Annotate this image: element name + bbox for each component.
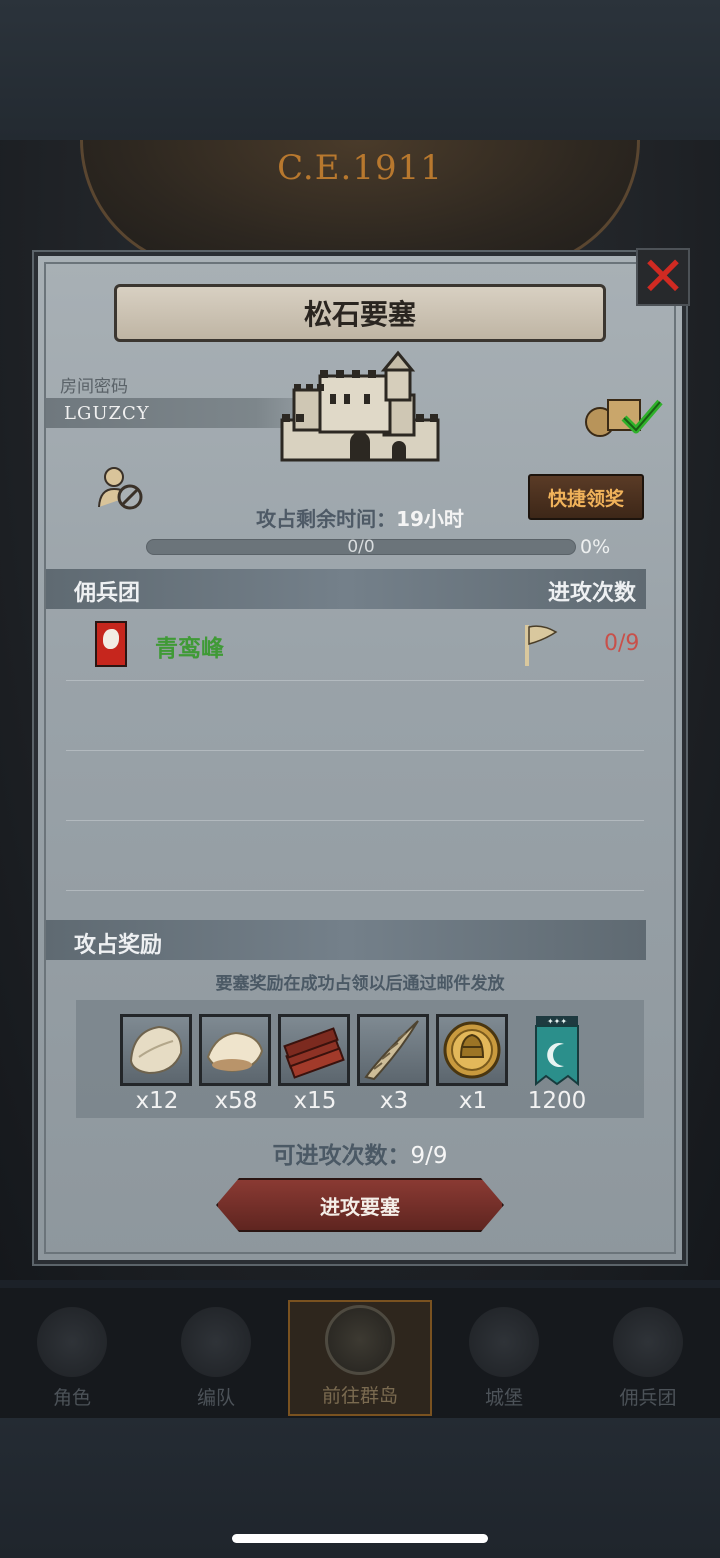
remaining-time-value: 19小时	[396, 507, 464, 531]
row-divider	[66, 680, 644, 681]
flag-icon	[525, 625, 558, 666]
nav-label: 佣兵团	[619, 1387, 677, 1409]
row-divider	[66, 820, 644, 821]
mercenary-header-label: 佣兵团	[74, 581, 141, 606]
wool-fleece-icon[interactable]	[199, 1014, 271, 1086]
nav-label: 编队	[196, 1387, 235, 1409]
castle-icon	[469, 1307, 539, 1377]
nav-item-castle[interactable]: 城堡	[432, 1300, 576, 1416]
year-label: C.E.1911	[277, 148, 443, 188]
reward-count: x15	[293, 1088, 337, 1114]
ship-icon	[613, 1307, 683, 1377]
twisted-horn-icon[interactable]	[357, 1014, 429, 1086]
close-button[interactable]: ✕	[636, 248, 690, 306]
remaining-time-label: 攻占剩余时间：	[256, 507, 397, 531]
nav-item-mercenary[interactable]: 佣兵团	[576, 1300, 720, 1416]
fortress-castle-icon	[280, 350, 440, 462]
svg-text:✦✦✦: ✦✦✦	[547, 1017, 567, 1026]
room-code-value[interactable]: LGUZCY	[64, 403, 150, 424]
row-divider	[66, 890, 644, 891]
nav-item-formation[interactable]: 编队	[144, 1300, 288, 1416]
nav-label: 角色	[52, 1387, 91, 1409]
mercenary-attack-count: 0/9	[604, 631, 640, 656]
globe-compass-icon	[325, 1305, 395, 1375]
attacks-left-value: 9/9	[410, 1143, 448, 1169]
wolf-crest-banner-icon	[95, 621, 127, 667]
reward-count: x12	[135, 1088, 179, 1114]
remaining-time: 攻占剩余时间：19小时	[0, 503, 720, 532]
top-strip	[0, 0, 720, 140]
reward-note: 要塞奖励在成功占领以后通过邮件发放	[215, 974, 505, 994]
close-icon: ✕	[640, 245, 686, 308]
reward-count: 1200	[527, 1088, 587, 1114]
reward-count: x58	[214, 1088, 258, 1114]
mercenary-name: 青鸾峰	[155, 636, 224, 662]
row-divider	[66, 750, 644, 751]
lumber-planks-icon[interactable]	[278, 1014, 350, 1086]
capture-progress-percent: 0%	[580, 536, 611, 558]
reward-count: x1	[458, 1088, 488, 1114]
reward-header-label: 攻占奖励	[74, 933, 163, 958]
armored-knight-icon	[181, 1307, 251, 1377]
attacks-left-label: 可进攻次数：	[272, 1143, 411, 1169]
nav-item-islands[interactable]: 前往群岛	[288, 1300, 432, 1416]
attacks-left: 可进攻次数：9/9	[0, 1136, 720, 1170]
knight-helmet-coin-icon[interactable]	[436, 1014, 508, 1086]
nav-label: 城堡	[484, 1387, 523, 1409]
dialog-title: 松石要塞	[114, 284, 606, 342]
capture-progress-text: 0/0	[347, 537, 375, 557]
room-code-label: 房间密码	[60, 377, 128, 397]
nav-item-character[interactable]: 角色	[0, 1300, 144, 1416]
attacks-header-label: 进攻次数	[548, 581, 637, 606]
home-indicator[interactable]	[232, 1534, 488, 1543]
loot-collected-icon[interactable]	[584, 392, 664, 438]
reward-count: x3	[379, 1088, 409, 1114]
knight-portrait-icon	[37, 1307, 107, 1377]
teal-banner-icon[interactable]: ✦✦✦	[534, 1014, 580, 1086]
attack-fortress-button[interactable]: 进攻要塞	[216, 1178, 504, 1232]
nav-label: 前往群岛	[321, 1385, 398, 1407]
fur-pelt-icon[interactable]	[120, 1014, 192, 1086]
